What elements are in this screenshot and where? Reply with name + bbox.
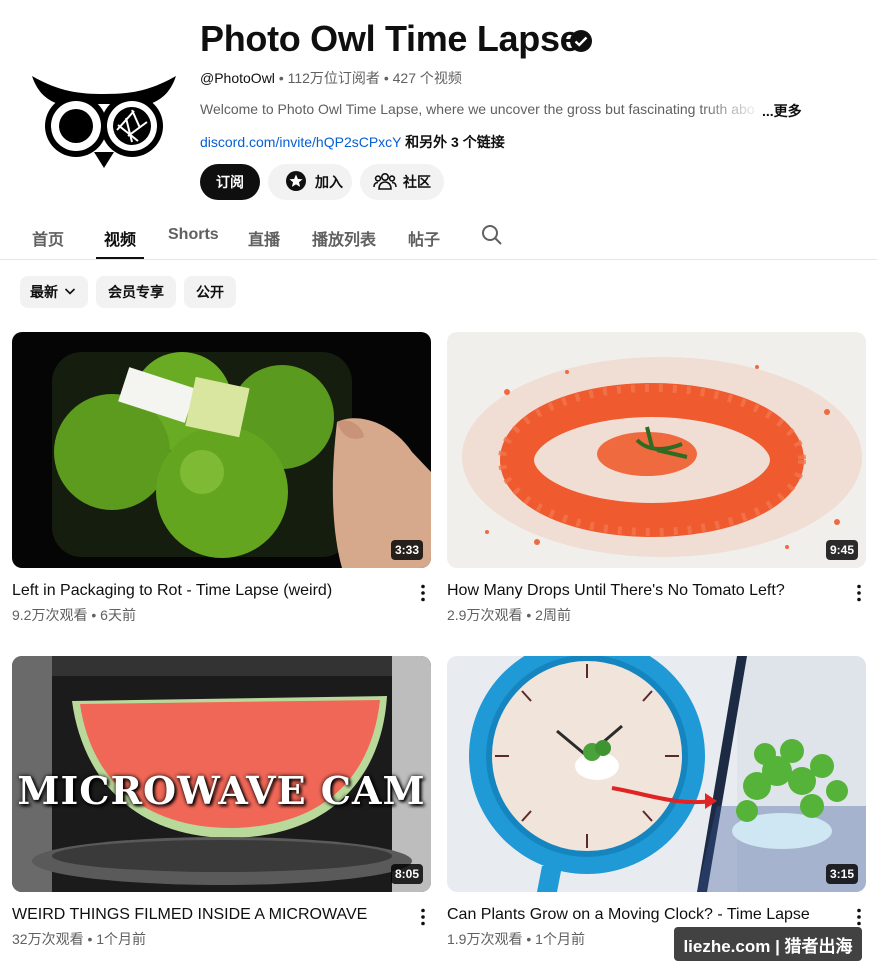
tab-home[interactable]: 首页 (32, 226, 64, 250)
more-vert-icon[interactable] (413, 583, 433, 603)
site-watermark: liezhe.com | 猎者出海 (674, 927, 862, 961)
community-label: 社区 (403, 174, 431, 190)
video-title[interactable]: Left in Packaging to Rot - Time Lapse (w… (12, 582, 332, 600)
verified-icon (569, 29, 593, 53)
subscriber-count: 112万位订阅者 (287, 70, 380, 86)
channel-description[interactable]: Welcome to Photo Owl Time Lapse, where w… (200, 101, 760, 117)
chevron-down-icon (62, 283, 78, 302)
meta-separator: • (278, 70, 284, 86)
upload-age: 6天前 (100, 607, 136, 623)
meta-separator: • (383, 70, 389, 86)
video-thumbnail[interactable]: 9:45 (447, 332, 866, 568)
more-links[interactable]: 和另外 3 个链接 (405, 134, 505, 150)
video-meta: 1.9万次观看 • 1个月前 (447, 931, 585, 947)
view-count: 32万次观看 (12, 931, 84, 947)
video-title[interactable]: WEIRD THINGS FILMED INSIDE A MICROWAVE (12, 906, 367, 924)
view-count: 2.9万次观看 (447, 607, 523, 623)
tab-videos[interactable]: 视频 (104, 226, 136, 250)
video-thumbnail[interactable]: 3:33 (12, 332, 431, 568)
channel-avatar[interactable] (30, 70, 178, 170)
clock-thumbnail-image (447, 656, 866, 892)
more-link[interactable]: ...更多 (762, 101, 802, 121)
thumbnail-overlay-text: MICROWAVE CAM (17, 768, 426, 813)
video-meta: 2.9万次观看 • 2周前 (447, 607, 571, 623)
tab-shorts[interactable]: Shorts (168, 226, 219, 244)
channel-title: Photo Owl Time Lapse (200, 18, 580, 59)
tab-live[interactable]: 直播 (248, 226, 280, 250)
search-icon[interactable] (480, 223, 504, 247)
tab-posts[interactable]: 帖子 (408, 226, 440, 250)
sort-label: 最新 (30, 284, 58, 300)
channel-links: discord.com/invite/hQP2sCPxcY 和另外 3 个链接 (200, 132, 505, 152)
join-button[interactable]: 加入 (268, 164, 352, 200)
video-thumbnail[interactable]: MICROWAVE CAM 8:05 (12, 656, 431, 892)
video-duration: 3:33 (390, 540, 423, 560)
community-icon (373, 170, 397, 195)
upload-age: 1个月前 (535, 931, 585, 947)
channel-handle: @PhotoOwl (200, 70, 275, 86)
apples-thumbnail-image (12, 332, 431, 568)
view-count: 9.2万次观看 (12, 607, 88, 623)
video-duration: 3:15 (825, 864, 858, 884)
upload-age: 1个月前 (96, 931, 147, 947)
video-title[interactable]: How Many Drops Until There's No Tomato L… (447, 582, 785, 600)
subscribe-button[interactable]: 订阅 (200, 164, 260, 200)
members-only-chip[interactable]: 会员专享 (96, 276, 176, 308)
video-meta: 9.2万次观看 • 6天前 (12, 607, 136, 623)
more-vert-icon[interactable] (413, 907, 433, 927)
more-vert-icon[interactable] (849, 583, 869, 603)
video-thumbnail[interactable]: 3:15 (447, 656, 866, 892)
join-label: 加入 (315, 174, 343, 190)
sort-chip[interactable]: 最新 (20, 276, 88, 308)
video-title[interactable]: Can Plants Grow on a Moving Clock? - Tim… (447, 906, 810, 924)
description-fade (700, 98, 762, 120)
community-button[interactable]: 社区 (360, 164, 444, 200)
star-icon (285, 170, 307, 195)
owl-logo (32, 76, 176, 168)
upload-age: 2周前 (535, 607, 571, 623)
tab-playlists[interactable]: 播放列表 (312, 226, 376, 250)
tabs-divider (0, 259, 877, 260)
video-duration: 8:05 (390, 864, 423, 884)
video-duration: 9:45 (825, 540, 858, 560)
discord-link[interactable]: discord.com/invite/hQP2sCPxcY (200, 134, 401, 150)
view-count: 1.9万次观看 (447, 931, 523, 947)
tomato-thumbnail-image (447, 332, 866, 568)
more-vert-icon[interactable] (849, 907, 869, 927)
channel-meta: @PhotoOwl • 112万位订阅者 • 427 个视频 (200, 68, 462, 88)
public-chip[interactable]: 公开 (184, 276, 236, 308)
video-meta: 32万次观看 • 1个月前 (12, 931, 147, 947)
video-count: 427 个视频 (392, 70, 462, 86)
